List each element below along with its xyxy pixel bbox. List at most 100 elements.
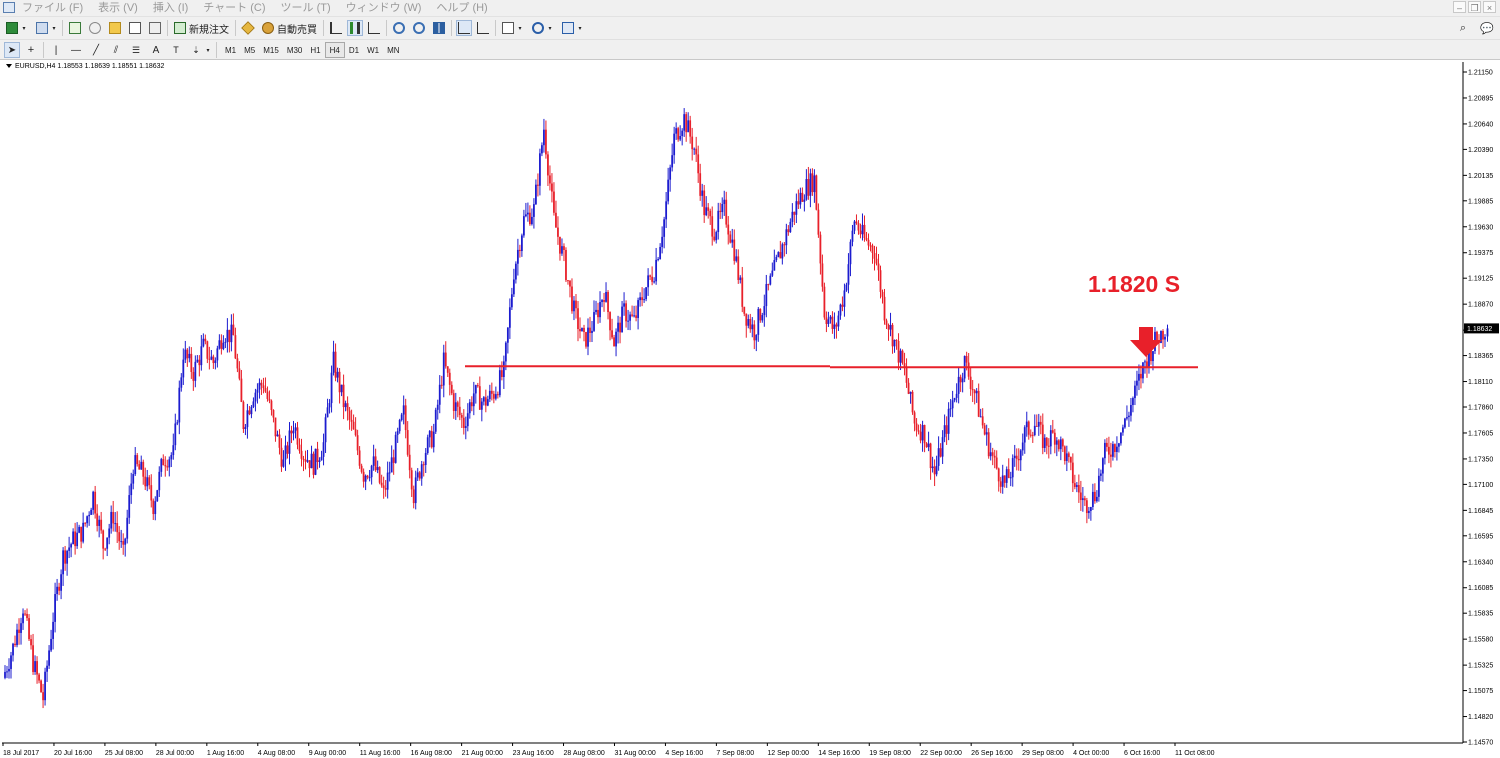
templates-button[interactable] [560,20,576,36]
arrows-button[interactable]: ⇣ [188,42,204,58]
candle-body [547,154,549,176]
line-chart-icon [368,22,380,34]
timeframe-h4[interactable]: H4 [324,42,345,58]
indicators-icon [502,22,514,34]
candle-body [531,216,533,225]
candle-body [1061,439,1064,447]
candle-body [206,341,209,359]
autoscroll-button[interactable] [456,20,472,36]
candle-body [248,410,251,415]
candle-body [172,445,175,456]
dropdown-arrow-icon[interactable]: ▾ [204,42,212,58]
timeframe-mn[interactable]: MN [383,43,403,57]
metaeditor-button[interactable] [240,20,256,36]
candle-body [1103,442,1106,459]
close-icon[interactable]: × [1483,1,1496,13]
equidistant-channel-button[interactable]: ⫽ [108,42,124,58]
y-tick-label: 1.20640 [1468,121,1493,128]
candle-body [108,528,111,538]
menu-window[interactable]: ウィンドウ (W) [346,1,422,15]
market-watch-button[interactable] [67,20,83,36]
candle-body [935,465,938,475]
menu-file[interactable]: ファイル (F) [22,1,83,15]
candle-body [1099,473,1102,476]
strategy-tester-button[interactable] [147,20,163,36]
restore-icon[interactable]: ❐ [1468,1,1481,13]
dropdown-arrow-icon[interactable]: ▾ [50,20,58,36]
zoom-in-button[interactable] [391,20,407,36]
timeframe-m15[interactable]: M15 [259,43,283,57]
candle-body [1101,458,1104,474]
text-label-button[interactable]: T [168,42,184,58]
timeframe-m30[interactable]: M30 [283,43,307,57]
candle-body [102,530,105,549]
menu-tools[interactable]: ツール (T) [281,1,331,15]
candle-body [1142,362,1144,379]
dropdown-arrow-icon[interactable]: ▾ [546,20,554,36]
auto-trading-button[interactable]: 自動売買 [260,20,319,36]
candle-body [975,390,978,394]
zoom-out-button[interactable] [411,20,427,36]
minimize-icon[interactable]: – [1453,1,1466,13]
candle-body [719,210,722,213]
horizontal-line-button[interactable]: — [68,42,84,58]
bar-chart-button[interactable] [328,20,344,36]
candle-body [50,638,52,651]
candle-body [422,464,425,466]
timeframe-w1[interactable]: W1 [363,43,383,57]
candle-body [330,372,333,404]
profiles-button[interactable] [34,20,50,36]
vertical-line-button[interactable]: | [48,42,64,58]
candle-body [553,191,555,213]
fibonacci-button[interactable]: ☰ [128,42,144,58]
crosshair-tool-icon: + [27,44,35,56]
dropdown-arrow-icon[interactable]: ▾ [576,20,584,36]
candle-body [434,409,437,432]
navigator-button[interactable] [107,20,123,36]
price-chart[interactable]: 1.21150 1.20895 1.20640 1.20390 1.20135 1.198… [0,60,1500,758]
search-button[interactable]: ⌕ [1455,20,1471,36]
text-tool-button[interactable]: A [148,42,164,58]
candle-body [739,277,742,281]
toolbar-separator [43,42,44,58]
crosshair-tool-button[interactable]: + [23,42,39,58]
menu-chart[interactable]: チャート (C) [203,1,265,15]
chat-button[interactable]: 💬 [1479,20,1495,36]
candle-body [575,300,577,309]
candle-body [759,308,762,321]
timeframe-d1[interactable]: D1 [345,43,363,57]
cursor-button[interactable]: ➤ [4,42,20,58]
dropdown-arrow-icon[interactable]: ▾ [20,20,28,36]
data-window-button[interactable] [87,20,103,36]
candle-body [340,384,343,393]
candle-body [577,308,579,330]
candle-body [919,431,922,441]
timeframe-m5[interactable]: M5 [240,43,259,57]
periods-button[interactable] [530,20,546,36]
candle-body [296,427,299,445]
line-chart-button[interactable] [366,20,382,36]
candle-body [957,376,960,394]
candle-body [749,319,752,330]
candle-body [208,358,211,360]
menu-insert[interactable]: 挿入 (I) [153,1,188,15]
timeframe-m1[interactable]: M1 [221,43,240,57]
menu-help[interactable]: ヘルプ (H) [436,1,487,15]
x-tick-label: 20 Jul 16:00 [54,750,92,757]
trendline-button[interactable]: ╱ [88,42,104,58]
new-order-button[interactable]: 新規注文 [172,20,231,36]
menu-view[interactable]: 表示 (V) [98,1,138,15]
dropdown-arrow-icon[interactable]: ▾ [516,20,524,36]
candle-body [456,402,459,407]
indicators-button[interactable] [500,20,516,36]
candle-body [891,324,894,347]
candlestick-button[interactable] [347,20,363,36]
chart-shift-button[interactable] [475,20,491,36]
terminal-button[interactable] [127,20,143,36]
candle-body [426,437,429,453]
tile-windows-button[interactable] [431,20,447,36]
candle-body [663,219,666,237]
timeframe-h1[interactable]: H1 [306,43,324,57]
candle-body [1087,510,1090,514]
new-chart-button[interactable] [4,20,20,36]
